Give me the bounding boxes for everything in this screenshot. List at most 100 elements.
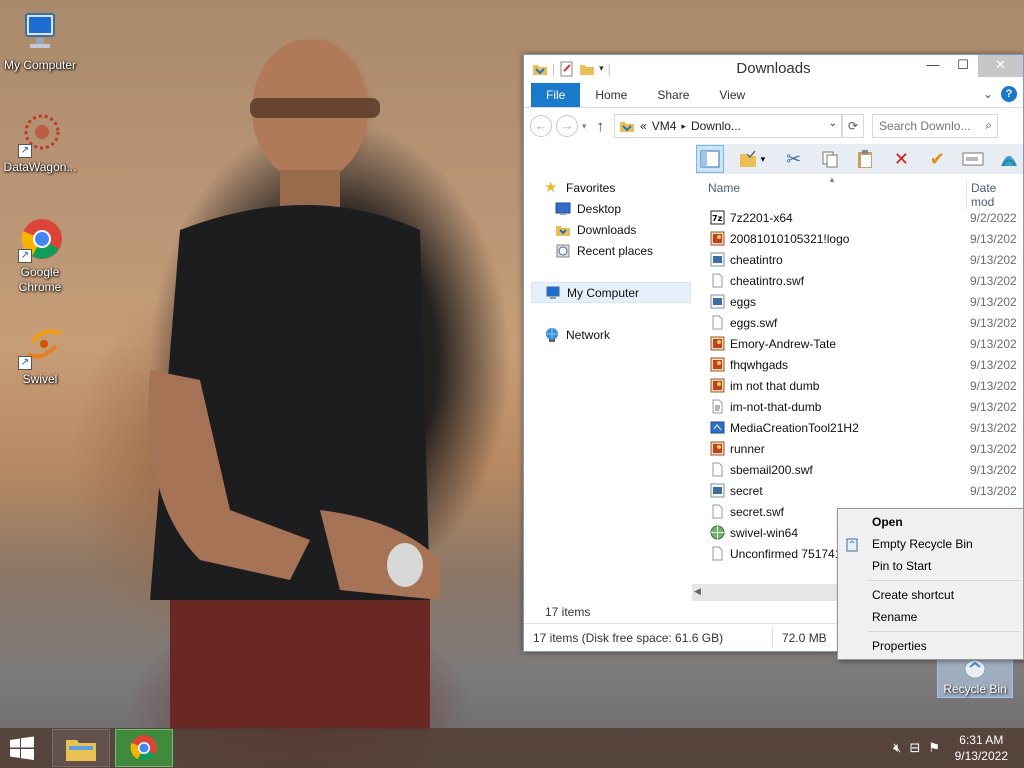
- recent-locations-icon[interactable]: ▾: [582, 121, 587, 132]
- file-row[interactable]: im not that dumb 9/13/202: [696, 375, 1023, 396]
- chevron-down-icon[interactable]: ⌄: [829, 118, 837, 129]
- search-icon[interactable]: ⌕: [985, 118, 992, 133]
- close-button[interactable]: ✕: [978, 55, 1023, 77]
- file-date: 9/13/202: [970, 378, 1017, 393]
- ribbon-tabs: File Home Share View ⌄ ?: [524, 82, 1023, 108]
- network-status-icon[interactable]: ⊟: [909, 740, 920, 756]
- taskbar-file-explorer[interactable]: [52, 729, 110, 767]
- desktop-icon-my-computer[interactable]: My Computer: [0, 8, 80, 72]
- downloads-folder-icon: [556, 225, 570, 236]
- chrome-icon: [130, 735, 157, 761]
- clock[interactable]: 6:31 AM 9/13/2022: [955, 732, 1008, 764]
- file-row[interactable]: cheatintro.swf 9/13/202: [696, 270, 1023, 291]
- file-row[interactable]: 20081010105321!logo 9/13/202: [696, 228, 1023, 249]
- breadcrumb-vm4[interactable]: VM4: [652, 119, 677, 133]
- image-icon: [710, 378, 725, 393]
- paste-icon[interactable]: [852, 145, 880, 173]
- address-field[interactable]: « VM4 ▸ Downlo... ⌄: [614, 114, 843, 138]
- desktop-icon-swivel[interactable]: ↗ Swivel: [0, 322, 80, 386]
- folder-icon: [620, 122, 635, 132]
- forward-button[interactable]: →: [556, 115, 578, 137]
- taskbar-google-chrome[interactable]: [115, 729, 173, 767]
- file-name: eggs: [730, 294, 757, 309]
- file-row[interactable]: secret 9/13/202: [696, 480, 1023, 501]
- menu-item-create-shortcut[interactable]: Create shortcut: [838, 584, 1023, 606]
- image-icon: [710, 231, 725, 246]
- command-toolbar: ▾ ✂ ✕ ✔: [696, 144, 1023, 174]
- file-row[interactable]: 7z 7z2201-x64 9/2/2022: [696, 207, 1023, 228]
- tab-share[interactable]: Share: [642, 83, 704, 107]
- file-name: cheatintro.swf: [730, 273, 805, 288]
- file-name: fhqwhgads: [730, 357, 789, 372]
- context-menu: Open Empty Recycle Bin Pin to Start Crea…: [837, 508, 1024, 660]
- file-row[interactable]: eggs 9/13/202: [696, 291, 1023, 312]
- rename-icon[interactable]: [959, 145, 987, 173]
- network-icon: [546, 327, 558, 342]
- shell-icon[interactable]: [995, 145, 1023, 173]
- nav-label: Desktop: [577, 201, 622, 216]
- delete-icon[interactable]: ✕: [887, 145, 915, 173]
- column-header-date[interactable]: Date mod: [966, 181, 1023, 209]
- refresh-button[interactable]: ⟳: [842, 114, 865, 138]
- scroll-left-icon[interactable]: ◀: [694, 586, 701, 597]
- desktop-icon-google-chrome[interactable]: ↗ Google Chrome: [0, 215, 80, 295]
- action-center-flag-icon[interactable]: ⚑: [928, 740, 940, 756]
- file-row[interactable]: cheatintro 9/13/202: [696, 249, 1023, 270]
- menu-item-rename[interactable]: Rename: [838, 606, 1023, 628]
- breadcrumb-downloads[interactable]: Downlo...: [691, 119, 741, 133]
- file-name: secret: [730, 483, 763, 498]
- search-placeholder: Search Downlo...: [879, 119, 971, 133]
- app-icon: [710, 294, 725, 309]
- menu-item-properties[interactable]: Properties: [838, 635, 1023, 657]
- start-button[interactable]: [8, 736, 38, 760]
- file-date: 9/13/202: [970, 483, 1017, 498]
- file-date: 9/13/202: [970, 273, 1017, 288]
- nav-downloads[interactable]: Downloads: [531, 219, 691, 240]
- menu-item-empty-recycle-bin[interactable]: Empty Recycle Bin: [838, 533, 1023, 555]
- help-icon[interactable]: ?: [1001, 86, 1017, 102]
- address-prefix[interactable]: «: [640, 119, 647, 133]
- title-bar[interactable]: | ▾ | Downloads — ☐ ✕: [524, 55, 1023, 82]
- doc-icon: [710, 399, 725, 414]
- menu-item-pin-to-start[interactable]: Pin to Start: [838, 555, 1023, 577]
- menu-item-open[interactable]: Open: [838, 511, 1023, 533]
- nav-label: Favorites: [566, 180, 616, 195]
- column-header-name[interactable]: Name: [708, 181, 740, 195]
- file-row[interactable]: eggs.swf 9/13/202: [696, 312, 1023, 333]
- checkmark-icon[interactable]: ✔: [923, 145, 951, 173]
- file-row[interactable]: MediaCreationTool21H2 9/13/202: [696, 417, 1023, 438]
- desktop-icon-recycle-bin[interactable]: Recycle Bin: [937, 655, 1013, 698]
- desktop-icon-datawagon[interactable]: ↗ DataWagon...: [0, 110, 80, 174]
- shortcut-arrow-icon: ↗: [18, 249, 32, 263]
- image-icon: [710, 441, 725, 456]
- organize-icon[interactable]: ▾: [732, 145, 772, 173]
- horizontal-scrollbar[interactable]: ◀: [692, 584, 842, 601]
- search-input[interactable]: Search Downlo... ⌕: [872, 114, 999, 138]
- file-row[interactable]: fhqwhgads 9/13/202: [696, 354, 1023, 375]
- nav-my-computer[interactable]: My Computer: [531, 282, 691, 303]
- file-row[interactable]: sbemail200.swf 9/13/202: [696, 459, 1023, 480]
- cut-icon[interactable]: ✂: [780, 145, 808, 173]
- volume-muted-icon[interactable]: 🔇︎: [893, 740, 901, 756]
- tab-view[interactable]: View: [704, 83, 760, 107]
- file-name: MediaCreationTool21H2: [730, 420, 859, 435]
- nav-desktop[interactable]: Desktop: [531, 198, 691, 219]
- file-row[interactable]: im-not-that-dumb 9/13/202: [696, 396, 1023, 417]
- file-date: 9/13/202: [970, 420, 1017, 435]
- nav-favorites[interactable]: ★ Favorites: [531, 177, 691, 198]
- back-button[interactable]: ←: [530, 115, 552, 137]
- expand-ribbon-icon[interactable]: ⌄: [983, 87, 993, 101]
- minimize-button[interactable]: —: [918, 55, 948, 77]
- layout-pane-icon[interactable]: [696, 145, 724, 173]
- file-row[interactable]: Emory-Andrew-Tate 9/13/202: [696, 333, 1023, 354]
- up-button[interactable]: ↑: [597, 118, 605, 135]
- copy-icon[interactable]: [816, 145, 844, 173]
- nav-network[interactable]: Network: [531, 324, 691, 345]
- maximize-button[interactable]: ☐: [948, 55, 978, 77]
- nav-recent-places[interactable]: Recent places: [531, 240, 691, 261]
- file-row[interactable]: runner 9/13/202: [696, 438, 1023, 459]
- tab-home[interactable]: Home: [580, 83, 642, 107]
- recent-places-icon: [556, 244, 570, 257]
- tab-file[interactable]: File: [531, 82, 581, 107]
- desktop-icon-label: DataWagon...: [3, 160, 77, 174]
